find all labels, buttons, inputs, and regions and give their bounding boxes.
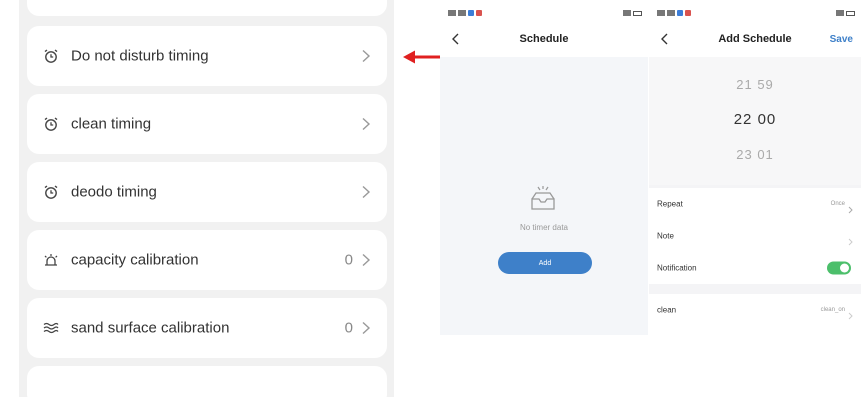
list-item-clean-timing[interactable]: clean timing — [27, 94, 387, 154]
chevron-right-icon — [848, 307, 853, 320]
chevron-right-icon — [361, 49, 371, 63]
status-bar — [440, 6, 648, 24]
calibration-count: 0 — [344, 251, 353, 269]
minute-value: 01 — [757, 147, 774, 162]
clean-row[interactable]: clean clean_on — [649, 294, 861, 326]
waves-icon — [41, 318, 61, 338]
list-item-do-not-disturb-timing[interactable]: Do not disturb timing — [27, 26, 387, 86]
calibration-count: 0 — [344, 319, 353, 337]
chevron-right-icon — [361, 321, 371, 335]
list-item-partial-bottom — [27, 366, 387, 397]
section-divider — [649, 284, 861, 294]
hour-value: 22 — [733, 111, 753, 128]
repeat-row[interactable]: Repeat Once — [649, 188, 861, 220]
repeat-value: Once — [830, 201, 845, 207]
bell-icon — [41, 250, 61, 270]
list-item-label: Do not disturb timing — [71, 47, 209, 65]
list-item-deodo-timing[interactable]: deodo timing — [27, 162, 387, 222]
settings-list-panel: Do not disturb timing clean timing deodo… — [19, 0, 394, 397]
time-picker[interactable]: 21 59 22 00 23 01 — [649, 57, 861, 185]
chevron-right-icon — [848, 201, 853, 214]
note-row[interactable]: Note — [649, 220, 861, 252]
minute-value: 59 — [757, 77, 774, 92]
empty-inbox-icon — [531, 186, 555, 210]
page-title: Schedule — [519, 33, 569, 45]
list-item-capacity-calibration[interactable]: capacity calibration 0 — [27, 230, 387, 290]
list-item-partial-top — [27, 0, 387, 16]
picker-row-selected[interactable]: 22 00 — [649, 111, 861, 128]
add-schedule-screen: Add Schedule Save 21 59 22 00 23 01 Repe… — [649, 0, 861, 335]
chevron-right-icon — [361, 117, 371, 131]
hour-value: 21 — [736, 77, 753, 92]
clean-value: clean_on — [820, 307, 845, 313]
minute-value: 00 — [757, 111, 777, 128]
nav-bar: Add Schedule Save — [649, 28, 861, 50]
clean-label: clean — [657, 305, 677, 315]
list-item-label: capacity calibration — [71, 251, 199, 269]
nav-bar: Schedule — [440, 28, 648, 50]
list-item-label: deodo timing — [71, 183, 157, 201]
list-item-sand-surface-calibration[interactable]: sand surface calibration 0 — [27, 298, 387, 358]
chevron-right-icon — [361, 185, 371, 199]
schedule-screen: Schedule No timer data Add — [440, 0, 648, 335]
list-item-label: clean timing — [71, 115, 152, 133]
picker-row-above[interactable]: 21 59 — [649, 77, 861, 92]
list-item-label: sand surface calibration — [71, 319, 230, 337]
schedule-body: No timer data Add — [440, 57, 648, 335]
save-button[interactable]: Save — [830, 34, 853, 45]
status-bar — [649, 6, 861, 24]
hour-value: 23 — [736, 147, 753, 162]
chevron-right-icon — [361, 253, 371, 267]
note-label: Note — [657, 231, 674, 241]
alarm-clock-icon — [41, 46, 61, 66]
add-button[interactable]: Add — [498, 252, 592, 274]
alarm-clock-icon — [41, 182, 61, 202]
toggle-knob — [840, 263, 849, 273]
notification-label: Notification — [657, 263, 697, 273]
chevron-right-icon — [848, 233, 853, 246]
picker-row-below[interactable]: 23 01 — [649, 147, 861, 162]
repeat-label: Repeat — [657, 199, 683, 209]
alarm-clock-icon — [41, 114, 61, 134]
empty-state-text: No timer data — [519, 223, 569, 232]
notification-toggle[interactable] — [827, 261, 851, 275]
notification-row: Notification — [649, 252, 861, 284]
